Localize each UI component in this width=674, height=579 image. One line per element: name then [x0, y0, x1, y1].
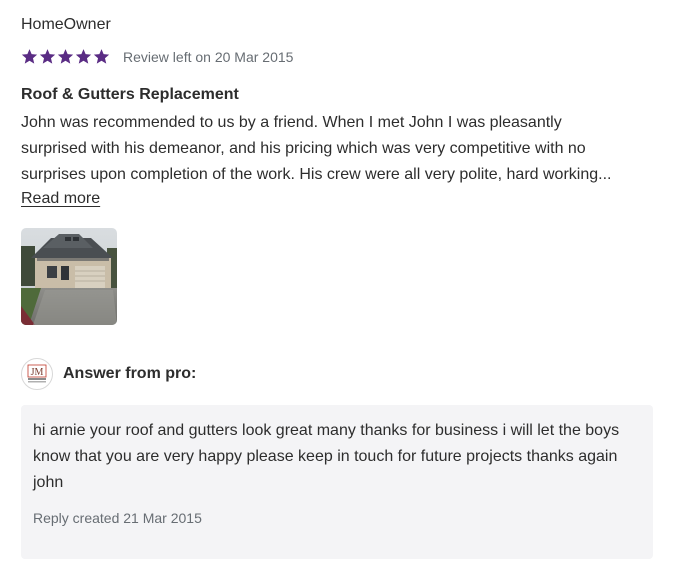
review-body: John was recommended to us by a friend. … [21, 110, 661, 188]
reviewer-name: HomeOwner [21, 16, 111, 33]
review-title: Roof & Gutters Replacement [21, 86, 239, 103]
star-rating [21, 48, 110, 65]
review-body-line: surprised with his demeanor, and his pri… [21, 140, 586, 157]
read-more-link[interactable]: Read more [21, 190, 100, 208]
review-photo[interactable] [21, 228, 117, 325]
reply-date: Reply created 21 Mar 2015 [33, 510, 202, 526]
pro-logo: JM [21, 358, 53, 390]
review-body-line: John was recommended to us by a friend. … [21, 114, 562, 131]
star-icon [57, 49, 74, 64]
star-icon [75, 49, 92, 64]
pro-answer-box: hi arnie your roof and gutters look grea… [21, 405, 653, 559]
answer-header: JM Answer from pro: [21, 358, 196, 390]
rating-row: Review left on 20 Mar 2015 [21, 48, 293, 65]
pro-answer-text: hi arnie your roof and gutters look grea… [33, 422, 620, 491]
review-body-line: surprises upon completion of the work. H… [21, 166, 612, 183]
review-date: Review left on 20 Mar 2015 [123, 48, 294, 65]
answer-from-pro-label: Answer from pro: [63, 365, 197, 382]
star-icon [21, 49, 38, 64]
pro-logo-text: JM [31, 367, 44, 378]
star-icon [93, 49, 110, 64]
house-photo-image [21, 228, 117, 325]
star-icon [39, 49, 56, 64]
pro-logo-icon: JM [27, 364, 47, 383]
